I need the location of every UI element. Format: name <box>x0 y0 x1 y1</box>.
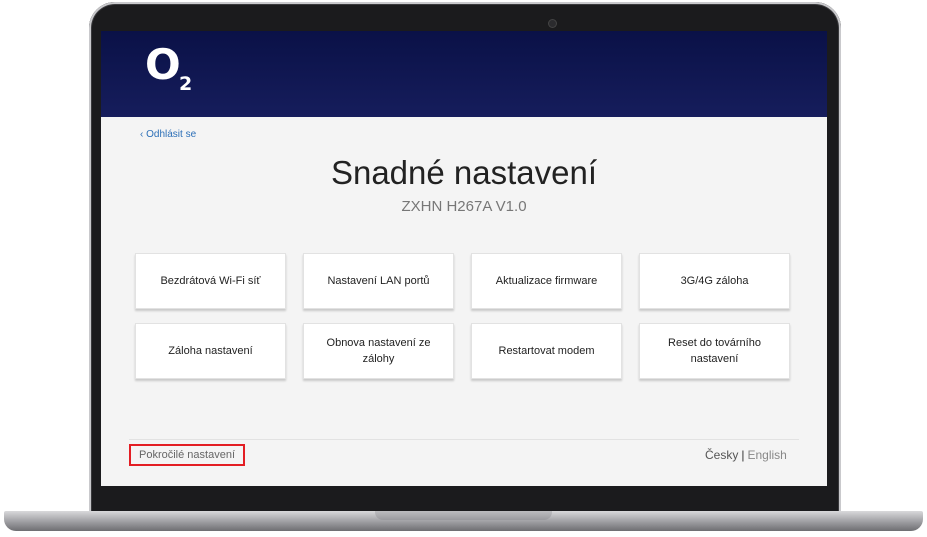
advanced-settings-link[interactable]: Pokročilé nastavení <box>129 444 245 466</box>
laptop-hinge-notch <box>375 511 552 520</box>
logo-subscript: 2 <box>179 73 193 95</box>
tile-factory-reset[interactable]: Reset do továrního nastavení <box>639 323 790 379</box>
language-switcher: Česky | English <box>705 448 787 462</box>
footer-divider <box>129 439 799 440</box>
device-model: ZXHN H267A V1.0 <box>401 198 527 215</box>
logo-letter: O <box>145 40 181 89</box>
tile-wifi[interactable]: Bezdrátová Wi-Fi síť <box>135 253 286 309</box>
logout-link[interactable]: ‹ Odhlásit se <box>140 129 196 140</box>
webcam-icon <box>549 20 556 27</box>
tile-restore-settings[interactable]: Obnova nastavení ze zálohy <box>303 323 454 379</box>
header-bar: O 2 <box>101 31 827 117</box>
tile-backup-settings[interactable]: Záloha nastavení <box>135 323 286 379</box>
lang-czech-link[interactable]: Česky <box>705 448 738 462</box>
lang-separator: | <box>741 448 745 462</box>
browser-screen: O 2 ‹ Odhlásit se Snadné nastavení ZXHN … <box>101 31 827 486</box>
tile-restart-modem[interactable]: Restartovat modem <box>471 323 622 379</box>
page-title: Snadné nastavení <box>330 154 598 191</box>
lang-english-link[interactable]: English <box>747 448 786 462</box>
tile-lan-ports[interactable]: Nastavení LAN portů <box>303 253 454 309</box>
tile-firmware-update[interactable]: Aktualizace firmware <box>471 253 622 309</box>
o2-logo: O 2 <box>145 40 192 96</box>
tile-mobile-backup[interactable]: 3G/4G záloha <box>639 253 790 309</box>
